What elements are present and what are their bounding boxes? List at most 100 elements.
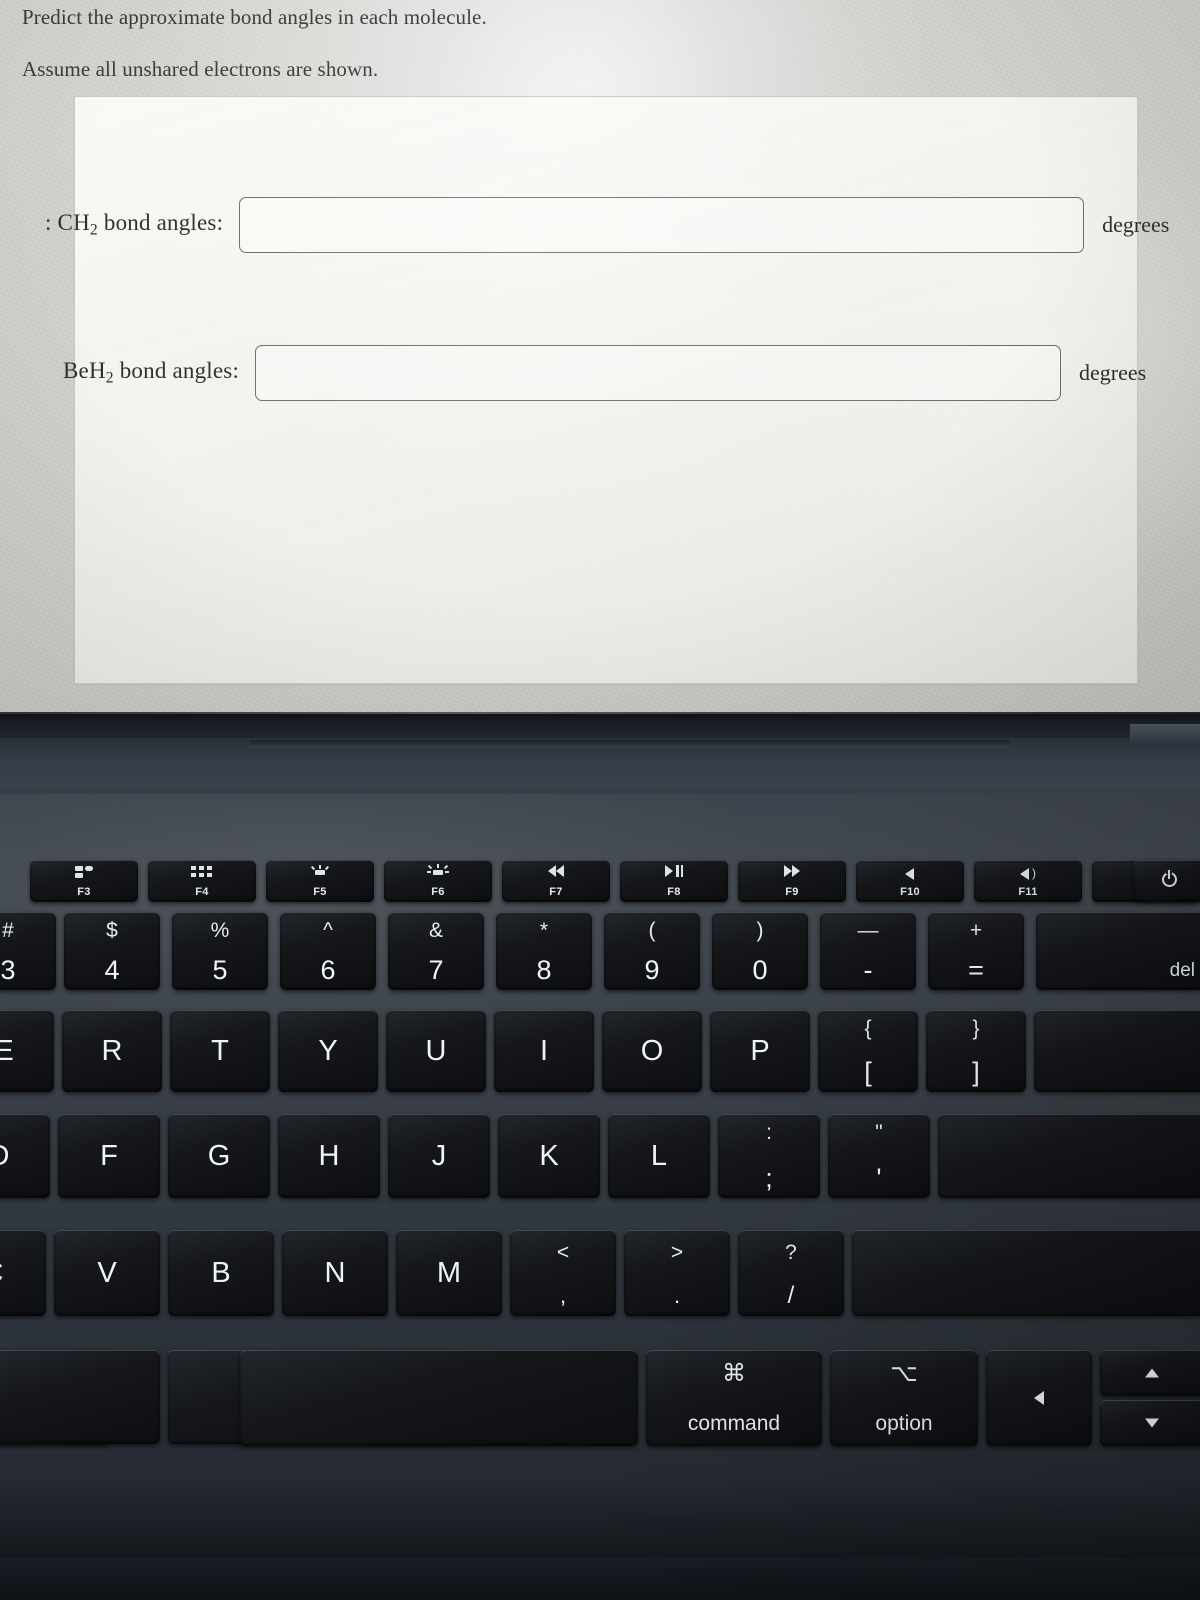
key-t[interactable]: T <box>170 1010 270 1092</box>
key-8[interactable]: * 8 <box>496 912 592 990</box>
key-k[interactable]: K <box>498 1114 600 1198</box>
key-f4[interactable]: F4 <box>148 860 256 902</box>
key-h[interactable]: H <box>278 1114 380 1198</box>
key-delete[interactable]: del <box>1036 912 1200 990</box>
key-quote-upper: " <box>875 1121 883 1144</box>
key-f5[interactable]: F5 <box>266 860 374 902</box>
key-8-upper: * <box>539 919 549 942</box>
key-e[interactable]: E <box>0 1010 54 1092</box>
ch2-bond-angle-input[interactable] <box>239 197 1085 253</box>
key-comma-upper: < <box>556 1241 570 1264</box>
key-p-label: P <box>750 1035 770 1067</box>
bezel-highlight <box>0 712 1200 714</box>
key-n[interactable]: N <box>282 1230 388 1316</box>
key-f10-label: F10 <box>900 886 920 898</box>
key-power[interactable] <box>1134 860 1200 902</box>
key-f8[interactable]: F8 <box>620 860 728 902</box>
field-label-beh2-suffix: bond angles: <box>113 358 240 384</box>
key-right-option-label: option <box>875 1412 933 1435</box>
key-arrow-left[interactable] <box>986 1350 1092 1446</box>
key-o[interactable]: O <box>602 1010 702 1092</box>
key-f[interactable]: F <box>58 1114 160 1198</box>
key-right-shift[interactable] <box>852 1230 1200 1316</box>
key-left-option[interactable] <box>0 1350 160 1444</box>
key-quote[interactable]: " ' <box>828 1114 930 1198</box>
key-9[interactable]: ( 9 <box>604 912 700 990</box>
key-y[interactable]: Y <box>278 1010 378 1092</box>
key-b[interactable]: B <box>168 1230 274 1316</box>
key-0[interactable]: ) 0 <box>712 912 808 990</box>
key-right-command-label: command <box>687 1412 781 1435</box>
key-y-label: Y <box>318 1035 338 1067</box>
key-right-option[interactable]: ⌥ option <box>830 1350 978 1446</box>
key-backslash[interactable] <box>1034 1010 1200 1092</box>
key-arrow-up[interactable] <box>1100 1350 1200 1396</box>
key-g-label: G <box>207 1140 231 1172</box>
key-3[interactable]: # 3 <box>0 912 56 990</box>
key-bracket-left[interactable]: { [ <box>818 1010 918 1092</box>
key-f11-label: F11 <box>1018 886 1038 898</box>
keyboard-deck: MacBook Pro F3 <box>0 794 1200 1600</box>
key-l-label: L <box>650 1140 668 1172</box>
key-d[interactable]: D <box>0 1114 50 1198</box>
command-icon: ⌘ <box>722 1360 746 1387</box>
key-j[interactable]: J <box>388 1114 490 1198</box>
key-e-label: E <box>0 1035 14 1067</box>
key-comma[interactable]: < , <box>510 1230 616 1316</box>
key-f6[interactable]: F6 <box>384 860 492 902</box>
key-6[interactable]: ^ 6 <box>280 912 376 990</box>
field-label-beh2: BeH2 bond angles: <box>63 358 255 387</box>
key-4[interactable]: $ 4 <box>64 912 160 990</box>
key-f4-label: F4 <box>195 886 209 898</box>
key-bracket-right-lower: ] <box>972 1057 980 1087</box>
key-f11[interactable]: ) F11 <box>974 860 1082 902</box>
key-f3-label: F3 <box>77 886 91 898</box>
key-r[interactable]: R <box>62 1010 162 1092</box>
key-g[interactable]: G <box>168 1114 270 1198</box>
key-equals[interactable]: + = <box>928 912 1024 990</box>
key-return[interactable] <box>938 1114 1200 1198</box>
key-5[interactable]: % 5 <box>172 912 268 990</box>
key-p[interactable]: P <box>710 1010 810 1092</box>
field-row-beh2: BeH2 bond angles: degrees <box>63 345 1146 401</box>
key-6-upper: ^ <box>323 919 333 942</box>
key-slash[interactable]: ? / <box>738 1230 844 1316</box>
key-minus[interactable]: — - <box>820 912 916 990</box>
key-space[interactable] <box>240 1350 638 1446</box>
key-b-label: B <box>211 1257 231 1289</box>
key-4-lower: 4 <box>104 955 120 985</box>
field-label-ch2: : CH2 bond angles: <box>45 210 239 239</box>
key-0-lower: 0 <box>752 955 768 985</box>
key-semicolon[interactable]: : ; <box>718 1114 820 1198</box>
key-comma-lower: , <box>559 1283 567 1308</box>
key-right-command[interactable]: ⌘ command <box>646 1350 822 1446</box>
key-c[interactable]: C <box>0 1230 46 1316</box>
key-minus-lower: - <box>863 955 873 985</box>
field-row-ch2: : CH2 bond angles: degrees <box>45 197 1169 253</box>
key-n-label: N <box>324 1257 346 1289</box>
key-h-label: H <box>318 1140 340 1172</box>
key-period[interactable]: > . <box>624 1230 730 1316</box>
key-m[interactable]: M <box>396 1230 502 1316</box>
key-u-label: U <box>425 1035 447 1067</box>
field-label-beh2-subscript: 2 <box>105 369 114 387</box>
key-f7[interactable]: F7 <box>502 860 610 902</box>
key-arrow-down[interactable] <box>1100 1400 1200 1446</box>
key-semicolon-lower: ; <box>765 1163 773 1193</box>
key-slash-lower: / <box>787 1282 795 1309</box>
screenshot-root: © Macmillan Predict the approximate bond… <box>0 0 1200 1600</box>
key-bracket-right[interactable]: } ] <box>926 1010 1026 1092</box>
key-v[interactable]: V <box>54 1230 160 1316</box>
beh2-bond-angle-input[interactable] <box>255 345 1062 401</box>
key-f9[interactable]: F9 <box>738 860 846 902</box>
key-f10[interactable]: F10 <box>856 860 964 902</box>
key-7[interactable]: & 7 <box>388 912 484 990</box>
key-f3[interactable]: F3 <box>30 860 138 902</box>
key-i[interactable]: I <box>494 1010 594 1092</box>
hinge-notch <box>250 740 1010 748</box>
field-label-ch2-prefix: : CH <box>45 210 90 236</box>
key-u[interactable]: U <box>386 1010 486 1092</box>
key-l[interactable]: L <box>608 1114 710 1198</box>
launchpad-icon <box>148 865 256 881</box>
key-minus-upper: — <box>857 919 879 942</box>
